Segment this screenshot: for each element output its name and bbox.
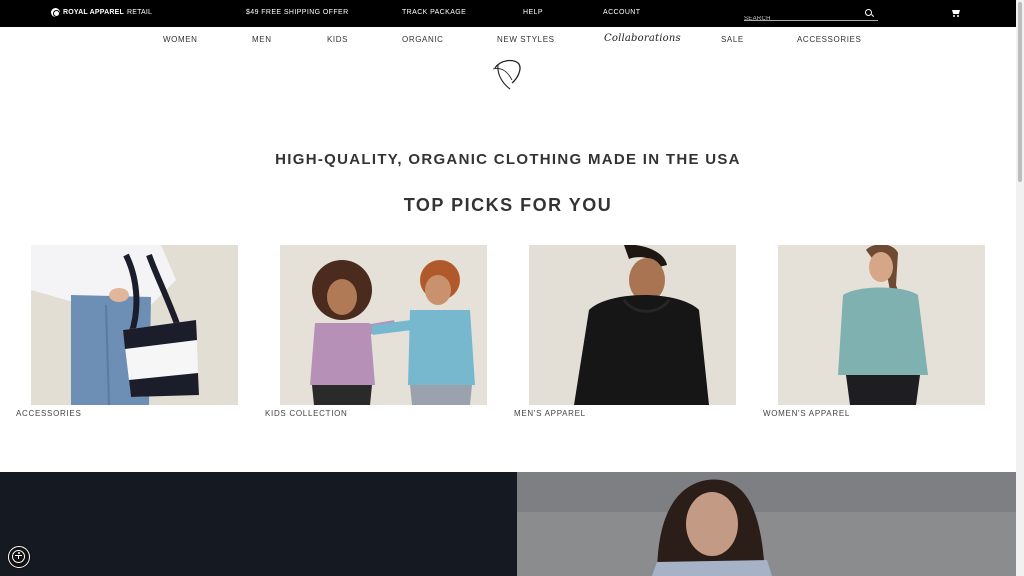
- track-package-link[interactable]: TRACK PACKAGE: [402, 9, 466, 16]
- product-card-men[interactable]: MEN'S APPAREL: [514, 245, 736, 425]
- nav-item-organic[interactable]: ORGANIC: [402, 35, 444, 44]
- product-card-women[interactable]: WOMEN'S APPAREL: [763, 245, 985, 425]
- globe-icon: [51, 8, 60, 17]
- tagline: HIGH-QUALITY, ORGANIC CLOTHING MADE IN T…: [275, 151, 741, 168]
- nav-item-men[interactable]: MEN: [252, 35, 272, 44]
- search-input[interactable]: [744, 13, 862, 25]
- nav-item-sale[interactable]: SALE: [721, 35, 744, 44]
- accessibility-icon[interactable]: [8, 546, 30, 568]
- product-image: [778, 245, 985, 405]
- product-card-kids[interactable]: KIDS COLLECTION: [265, 245, 487, 425]
- section-heading: TOP PICKS FOR YOU: [403, 195, 613, 215]
- nav-item-collaborations[interactable]: Collaborations: [604, 33, 681, 44]
- product-label: MEN'S APPAREL: [514, 409, 586, 418]
- nav-item-accessories[interactable]: ACCESSORIES: [797, 35, 861, 44]
- promo-banner: [0, 472, 517, 576]
- top-bar: ROYAL APPAREL RETAIL $49 FREE SHIPPING O…: [0, 0, 1016, 27]
- product-image: [529, 245, 736, 405]
- cart-icon[interactable]: [951, 9, 960, 17]
- brand-name: ROYAL APPAREL: [63, 9, 124, 16]
- search-box: [744, 7, 878, 25]
- product-label: KIDS COLLECTION: [265, 409, 348, 418]
- product-card-accessories[interactable]: ACCESSORIES: [16, 245, 238, 425]
- nav-item-women[interactable]: WOMEN: [163, 35, 198, 44]
- brand[interactable]: ROYAL APPAREL RETAIL: [51, 8, 152, 17]
- product-label: ACCESSORIES: [16, 409, 82, 418]
- product-image: [280, 245, 487, 405]
- free-shipping-link[interactable]: $49 FREE SHIPPING OFFER: [246, 9, 349, 16]
- scrollbar-thumb[interactable]: [1018, 2, 1022, 182]
- brand-suffix: RETAIL: [126, 9, 153, 16]
- product-label: WOMEN'S APPAREL: [763, 409, 851, 418]
- nav-item-new-styles[interactable]: NEW STYLES: [497, 35, 555, 44]
- swoosh-logo[interactable]: [488, 56, 524, 92]
- search-icon[interactable]: [865, 9, 872, 16]
- help-link[interactable]: HELP: [523, 9, 543, 16]
- product-image: [31, 245, 238, 405]
- banner-image: [517, 472, 1016, 576]
- account-link[interactable]: ACCOUNT: [603, 9, 640, 16]
- nav-item-kids[interactable]: KIDS: [327, 35, 348, 44]
- page-scrollbar[interactable]: [1016, 0, 1024, 576]
